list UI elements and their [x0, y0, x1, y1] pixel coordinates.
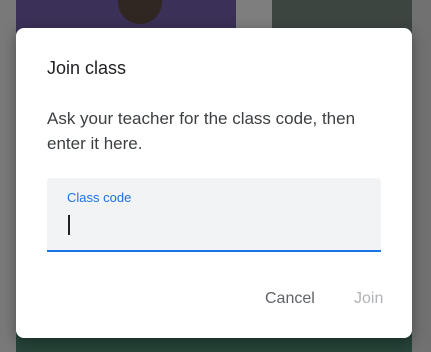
join-button[interactable]: Join — [354, 290, 383, 308]
class-code-label: Class code — [67, 190, 132, 205]
cancel-button[interactable]: Cancel — [265, 290, 315, 308]
text-caret — [68, 215, 70, 235]
class-code-input[interactable] — [67, 212, 367, 236]
class-code-field[interactable]: Class code — [47, 178, 381, 252]
join-class-dialog: Join class Ask your teacher for the clas… — [16, 28, 412, 338]
dialog-title: Join class — [47, 58, 127, 78]
dialog-message: Ask your teacher for the class code, the… — [47, 109, 356, 153]
